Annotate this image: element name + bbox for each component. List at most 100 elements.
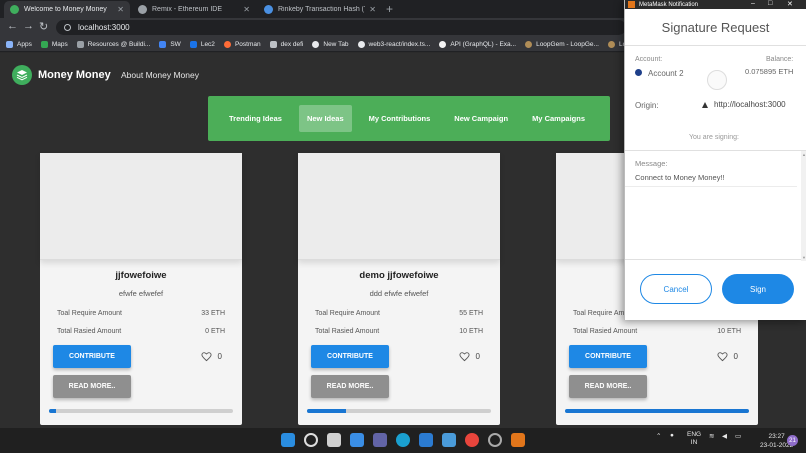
metamask-taskbar-icon[interactable]	[511, 433, 525, 447]
require-label: Toal Require Amount	[57, 310, 122, 317]
tab-rinkeby[interactable]: Rinkeby Transaction Hash (Txhash ✕	[258, 1, 382, 18]
about-link[interactable]: About Money Money	[121, 70, 199, 80]
bookmark-dex-defi[interactable]: dex defi	[269, 40, 304, 48]
bookmark-apps[interactable]: Apps	[6, 40, 32, 48]
require-amount-row: Toal Require Amount 33 ETH	[57, 310, 225, 317]
task-view-icon[interactable]	[327, 433, 341, 447]
tray-overflow-chevron-icon[interactable]: ⌃	[656, 432, 661, 440]
windows-store-icon[interactable]	[442, 433, 456, 447]
bookmark-label: Postman	[234, 40, 261, 48]
bookmark-web3-react[interactable]: web3-react/index.ts...	[357, 40, 430, 48]
minimize-icon[interactable]: –	[751, 0, 755, 7]
message-scrollbar[interactable]: ▲ ▼	[801, 151, 806, 261]
money-money-logo-icon[interactable]	[12, 65, 32, 85]
new-tab-plus-icon[interactable]: +	[386, 2, 393, 16]
battery-icon[interactable]: ▭	[735, 432, 741, 440]
edge-icon[interactable]	[396, 433, 410, 447]
close-tab-icon[interactable]: ✕	[117, 5, 124, 14]
funding-progress-bar	[565, 409, 749, 413]
contribute-button[interactable]: CONTRIBUTE	[569, 345, 647, 368]
read-more-button[interactable]: READ MORE..	[311, 375, 389, 398]
loopgem-icon	[525, 40, 533, 48]
campaign-image	[298, 153, 500, 260]
progress-fill	[565, 409, 749, 413]
bookmark-postman[interactable]: Postman	[223, 40, 261, 48]
campaign-card: demo jjfowefoiwe ddd efwfe efwefef Toal …	[298, 153, 500, 425]
volume-icon[interactable]: ◀	[722, 432, 727, 440]
bookmark-new-tab[interactable]: New Tab	[312, 40, 349, 48]
like-control[interactable]: 0	[459, 351, 480, 362]
close-tab-icon[interactable]: ✕	[243, 5, 250, 14]
notification-badge[interactable]: 21	[787, 435, 798, 446]
contribute-button[interactable]: CONTRIBUTE	[311, 345, 389, 368]
heart-icon[interactable]	[201, 351, 212, 362]
url-field[interactable]: localhost:3000	[56, 20, 626, 35]
tab-welcome[interactable]: Welcome to Money Money ✕	[4, 1, 130, 18]
scroll-up-arrow-icon[interactable]: ▲	[802, 152, 806, 157]
funding-progress-bar	[307, 409, 491, 413]
url-text: localhost:3000	[78, 23, 130, 32]
bookmark-page-icon	[189, 40, 197, 48]
nav-my-contributions[interactable]: My Contributions	[362, 105, 438, 132]
forward-arrow-icon[interactable]: →	[23, 20, 34, 32]
vscode-icon[interactable]	[419, 433, 433, 447]
teams-chat-icon[interactable]	[373, 433, 387, 447]
bookmark-maps[interactable]: Maps	[40, 40, 68, 48]
search-icon[interactable]	[304, 433, 318, 447]
bookmark-sw[interactable]: SW	[159, 40, 181, 48]
language-indicator[interactable]: ENG IN	[687, 431, 701, 447]
tab-remix[interactable]: Remix - Ethereum IDE ✕	[132, 1, 256, 18]
raised-value: 0 ETH	[205, 328, 225, 335]
close-window-icon[interactable]: ✕	[787, 0, 793, 8]
bookmark-page-icon	[159, 40, 167, 48]
message-box[interactable]: Message: Connect to Money Money!! ▲ ▼	[625, 150, 806, 261]
brand-name[interactable]: Money Money	[38, 69, 111, 81]
etherscan-favicon-icon	[264, 5, 273, 14]
nav-trending-ideas[interactable]: Trending Ideas	[222, 105, 289, 132]
maximize-icon[interactable]: □	[768, 0, 772, 7]
lang-bottom: IN	[690, 439, 698, 446]
account-avatar-icon	[635, 69, 642, 76]
bookmark-graphql[interactable]: API (GraphQL) - Exa...	[439, 40, 517, 48]
close-tab-icon[interactable]: ✕	[369, 5, 376, 14]
cancel-button[interactable]: Cancel	[640, 274, 712, 304]
bookmark-resources[interactable]: Resources @ Buildi...	[76, 40, 150, 48]
sign-button[interactable]: Sign	[722, 274, 794, 304]
bookmark-label: SW	[170, 40, 181, 48]
windows-start-icon[interactable]	[281, 433, 295, 447]
nav-my-campaigns[interactable]: My Campaigns	[525, 105, 592, 132]
nav-new-ideas[interactable]: New Ideas	[298, 105, 352, 132]
like-control[interactable]: 0	[201, 351, 222, 362]
microphone-icon[interactable]: ●	[670, 432, 674, 439]
read-more-button[interactable]: READ MORE..	[53, 375, 131, 398]
raised-label: Total Rasied Amount	[315, 328, 380, 335]
wifi-icon[interactable]: ≋	[709, 432, 714, 440]
campaign-nav: Trending Ideas New Ideas My Contribution…	[208, 96, 610, 141]
back-arrow-icon[interactable]: ←	[7, 20, 18, 32]
chrome-icon[interactable]	[465, 433, 479, 447]
widgets-icon[interactable]	[350, 433, 364, 447]
bookmark-label: API (GraphQL) - Exa...	[450, 40, 517, 48]
scroll-down-arrow-icon[interactable]: ▼	[802, 255, 806, 260]
heart-icon[interactable]	[717, 351, 728, 362]
money-money-favicon-icon	[10, 5, 19, 14]
tab-title: Rinkeby Transaction Hash (Txhash	[278, 6, 365, 13]
bookmark-label: dex defi	[280, 40, 304, 48]
like-control[interactable]: 0	[717, 351, 738, 362]
site-info-icon[interactable]	[64, 24, 71, 31]
maps-icon	[40, 40, 48, 48]
progress-fill	[307, 409, 346, 413]
read-more-button[interactable]: READ MORE..	[569, 375, 647, 398]
signature-request-title: Signature Request	[625, 9, 806, 46]
bookmark-label: Apps	[17, 40, 32, 48]
heart-icon[interactable]	[459, 351, 470, 362]
nav-new-campaign[interactable]: New Campaign	[447, 105, 515, 132]
reload-icon[interactable]: ↻	[39, 20, 48, 33]
require-amount-row: Toal Require Amount 55 ETH	[315, 310, 483, 317]
bookmark-lec2[interactable]: Lec2	[189, 40, 215, 48]
bookmark-label: Lec2	[200, 40, 215, 48]
contribute-button[interactable]: CONTRIBUTE	[53, 345, 131, 368]
campaign-subtitle: ddd efwfe efwefef	[369, 289, 429, 298]
settings-gear-icon[interactable]	[488, 433, 502, 447]
bookmark-loopgem[interactable]: LoopGem - LoopGe...	[525, 40, 599, 48]
